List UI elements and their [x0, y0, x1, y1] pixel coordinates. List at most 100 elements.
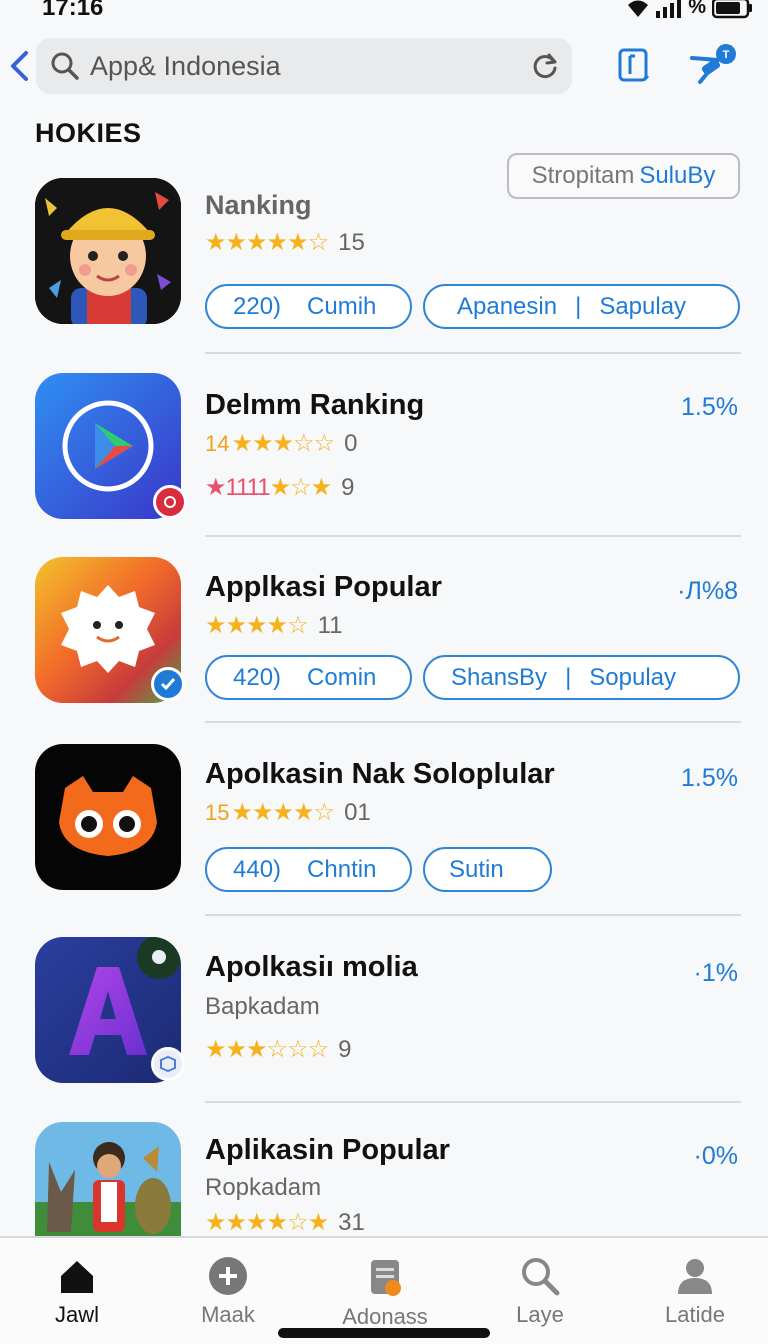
- list-item[interactable]: Apolkasin Nak Soloplular 1.5% 15 ★★★★☆ 0…: [0, 744, 768, 919]
- tag-pill[interactable]: 420) Comin: [205, 655, 412, 700]
- list-item[interactable]: Delmm Ranking 1.5% 14 ★★★☆☆ 0 ★1111 ★☆★ …: [0, 373, 768, 543]
- list-item[interactable]: Nanking ★★★★★☆ 15 220) Cumih Apanesin | …: [0, 178, 768, 358]
- pill-label: Cumih: [307, 292, 377, 320]
- wifi-icon: [628, 0, 649, 17]
- tab-add[interactable]: Maak: [168, 1256, 288, 1344]
- list-item[interactable]: Aplikasin Popular ·0% Ropkadam ★★★★☆★ 31: [0, 1122, 768, 1236]
- divider: [205, 1101, 741, 1103]
- rating-count: 9: [338, 1036, 352, 1063]
- tab-search[interactable]: Laye: [480, 1256, 600, 1344]
- section-title: HOKIES: [35, 118, 142, 148]
- tag-pill[interactable]: Apanesin | Sapulay: [423, 284, 740, 329]
- rating-row: ★★★☆☆☆ 9: [205, 1035, 351, 1065]
- app-name: Nanking: [205, 190, 312, 220]
- cartoon-boy-hardhat-icon: [35, 178, 181, 324]
- star-rating: ★★★☆☆☆: [205, 1036, 329, 1063]
- app-name: Aplikasin Popular: [205, 1134, 450, 1166]
- pill-label: Apanesin: [457, 292, 558, 320]
- pill-label: ShansBy: [451, 663, 548, 691]
- chevron-left-icon: [11, 51, 28, 81]
- rating-prefix: 14: [205, 431, 230, 456]
- pill-label: Chntin: [307, 855, 377, 883]
- rating-count: 11: [317, 612, 343, 639]
- pill-number: 420): [233, 663, 282, 691]
- home-icon: [61, 1261, 93, 1293]
- search-placeholder: App& Indonesia: [90, 51, 281, 81]
- status-bar: 17:16 %: [0, 0, 768, 26]
- status-badge: [153, 485, 187, 519]
- tab-profile[interactable]: Latide: [635, 1256, 755, 1344]
- pill-separator: |: [575, 292, 582, 320]
- star-rating-prefix: ★1111: [205, 474, 271, 501]
- app-name: Applkasi Popular: [205, 571, 442, 603]
- search-icon: [522, 1258, 560, 1296]
- tab-home[interactable]: Jawl: [17, 1256, 137, 1344]
- home-indicator: [278, 1328, 490, 1338]
- tag-pill[interactable]: 220) Cumih: [205, 284, 412, 329]
- pill-number: 220): [233, 292, 282, 320]
- profile-icon: [678, 1259, 712, 1294]
- status-time: 17:16: [42, 0, 104, 21]
- rating-row: 15 ★★★★☆ 01: [205, 798, 371, 828]
- rating-row: 14 ★★★☆☆ 0: [205, 429, 357, 459]
- refresh-icon[interactable]: [530, 51, 560, 81]
- search-input[interactable]: App& Indonesia: [36, 38, 572, 94]
- percent-label: ·Л%8: [677, 577, 738, 605]
- tab-label: Maak: [201, 1302, 255, 1327]
- divider: [205, 721, 741, 723]
- divider: [205, 535, 741, 537]
- app-name: Apolkasiı molia: [205, 951, 418, 983]
- percent-label: 1.5%: [681, 764, 738, 792]
- pill-label: Sapulay: [599, 292, 687, 320]
- status-icons: %: [626, 0, 754, 19]
- back-button[interactable]: [6, 48, 32, 84]
- pill-label: Sopulay: [589, 663, 677, 691]
- star-rating: ★★★★★☆: [205, 229, 329, 256]
- divider: [205, 914, 741, 916]
- list-item[interactable]: Apolkasiı molia ·1% Bapkadam ★★★☆☆☆ 9: [0, 937, 768, 1107]
- svg-text:T: T: [723, 49, 730, 61]
- app-name: Apolkasin Nak Soloplular: [205, 758, 555, 790]
- percent-label: ·0%: [693, 1142, 738, 1170]
- tab-label: Jawl: [54, 1302, 99, 1327]
- tab-label: Latide: [665, 1302, 725, 1327]
- rating-prefix: 15: [205, 800, 230, 825]
- list-item[interactable]: Applkasi Popular ·Л%8 ★★★★☆ 11 420) Comi…: [0, 557, 768, 727]
- rating-count: 9: [341, 474, 355, 501]
- battery-percent: %: [688, 0, 706, 18]
- app-developer: Ropkadam: [205, 1174, 322, 1201]
- battery-icon: [712, 0, 752, 18]
- pill-label: Sutin: [449, 855, 504, 883]
- rating-row: ★★★★☆★ 31: [205, 1208, 365, 1236]
- pill-label: Comin: [307, 663, 377, 691]
- star-rating: ★★★☆☆: [231, 430, 335, 457]
- search-icon: [51, 52, 79, 80]
- bookmark-frame-icon[interactable]: [614, 46, 654, 86]
- rating-count: 15: [338, 229, 365, 256]
- app-developer: Bapkadam: [205, 993, 320, 1020]
- rating-row: ★★★★★☆ 15: [205, 228, 365, 258]
- percent-label: 1.5%: [681, 393, 738, 421]
- percent-label: ·1%: [693, 959, 738, 987]
- orange-mask-icon: [35, 744, 181, 890]
- verified-badge: [151, 667, 185, 701]
- star-rating: ★★★★☆: [231, 799, 335, 826]
- tag-pill[interactable]: 440) Chntin: [205, 847, 412, 892]
- check-icon: [160, 678, 176, 691]
- rating-count: 0: [344, 430, 358, 457]
- verified-badge: [151, 1047, 185, 1081]
- rating-count: 01: [344, 799, 371, 826]
- tab-label: Adonass: [342, 1304, 428, 1329]
- top-bar: App& Indonesia T: [0, 38, 768, 96]
- signal-icon: [656, 0, 682, 18]
- notifications-icon[interactable]: T: [688, 42, 740, 88]
- characters-scene-icon: [35, 1122, 181, 1236]
- document-badge-icon: [371, 1260, 401, 1296]
- app-name: Delmm Ranking: [205, 389, 425, 421]
- tab-label: Laye: [516, 1302, 564, 1327]
- tag-pill[interactable]: ShansBy | Sopulay: [423, 655, 740, 700]
- pill-number: 440): [233, 855, 282, 883]
- star-rating: ★☆★: [269, 474, 333, 501]
- pill-separator: |: [565, 663, 572, 691]
- tag-pill[interactable]: Sutin: [423, 847, 552, 892]
